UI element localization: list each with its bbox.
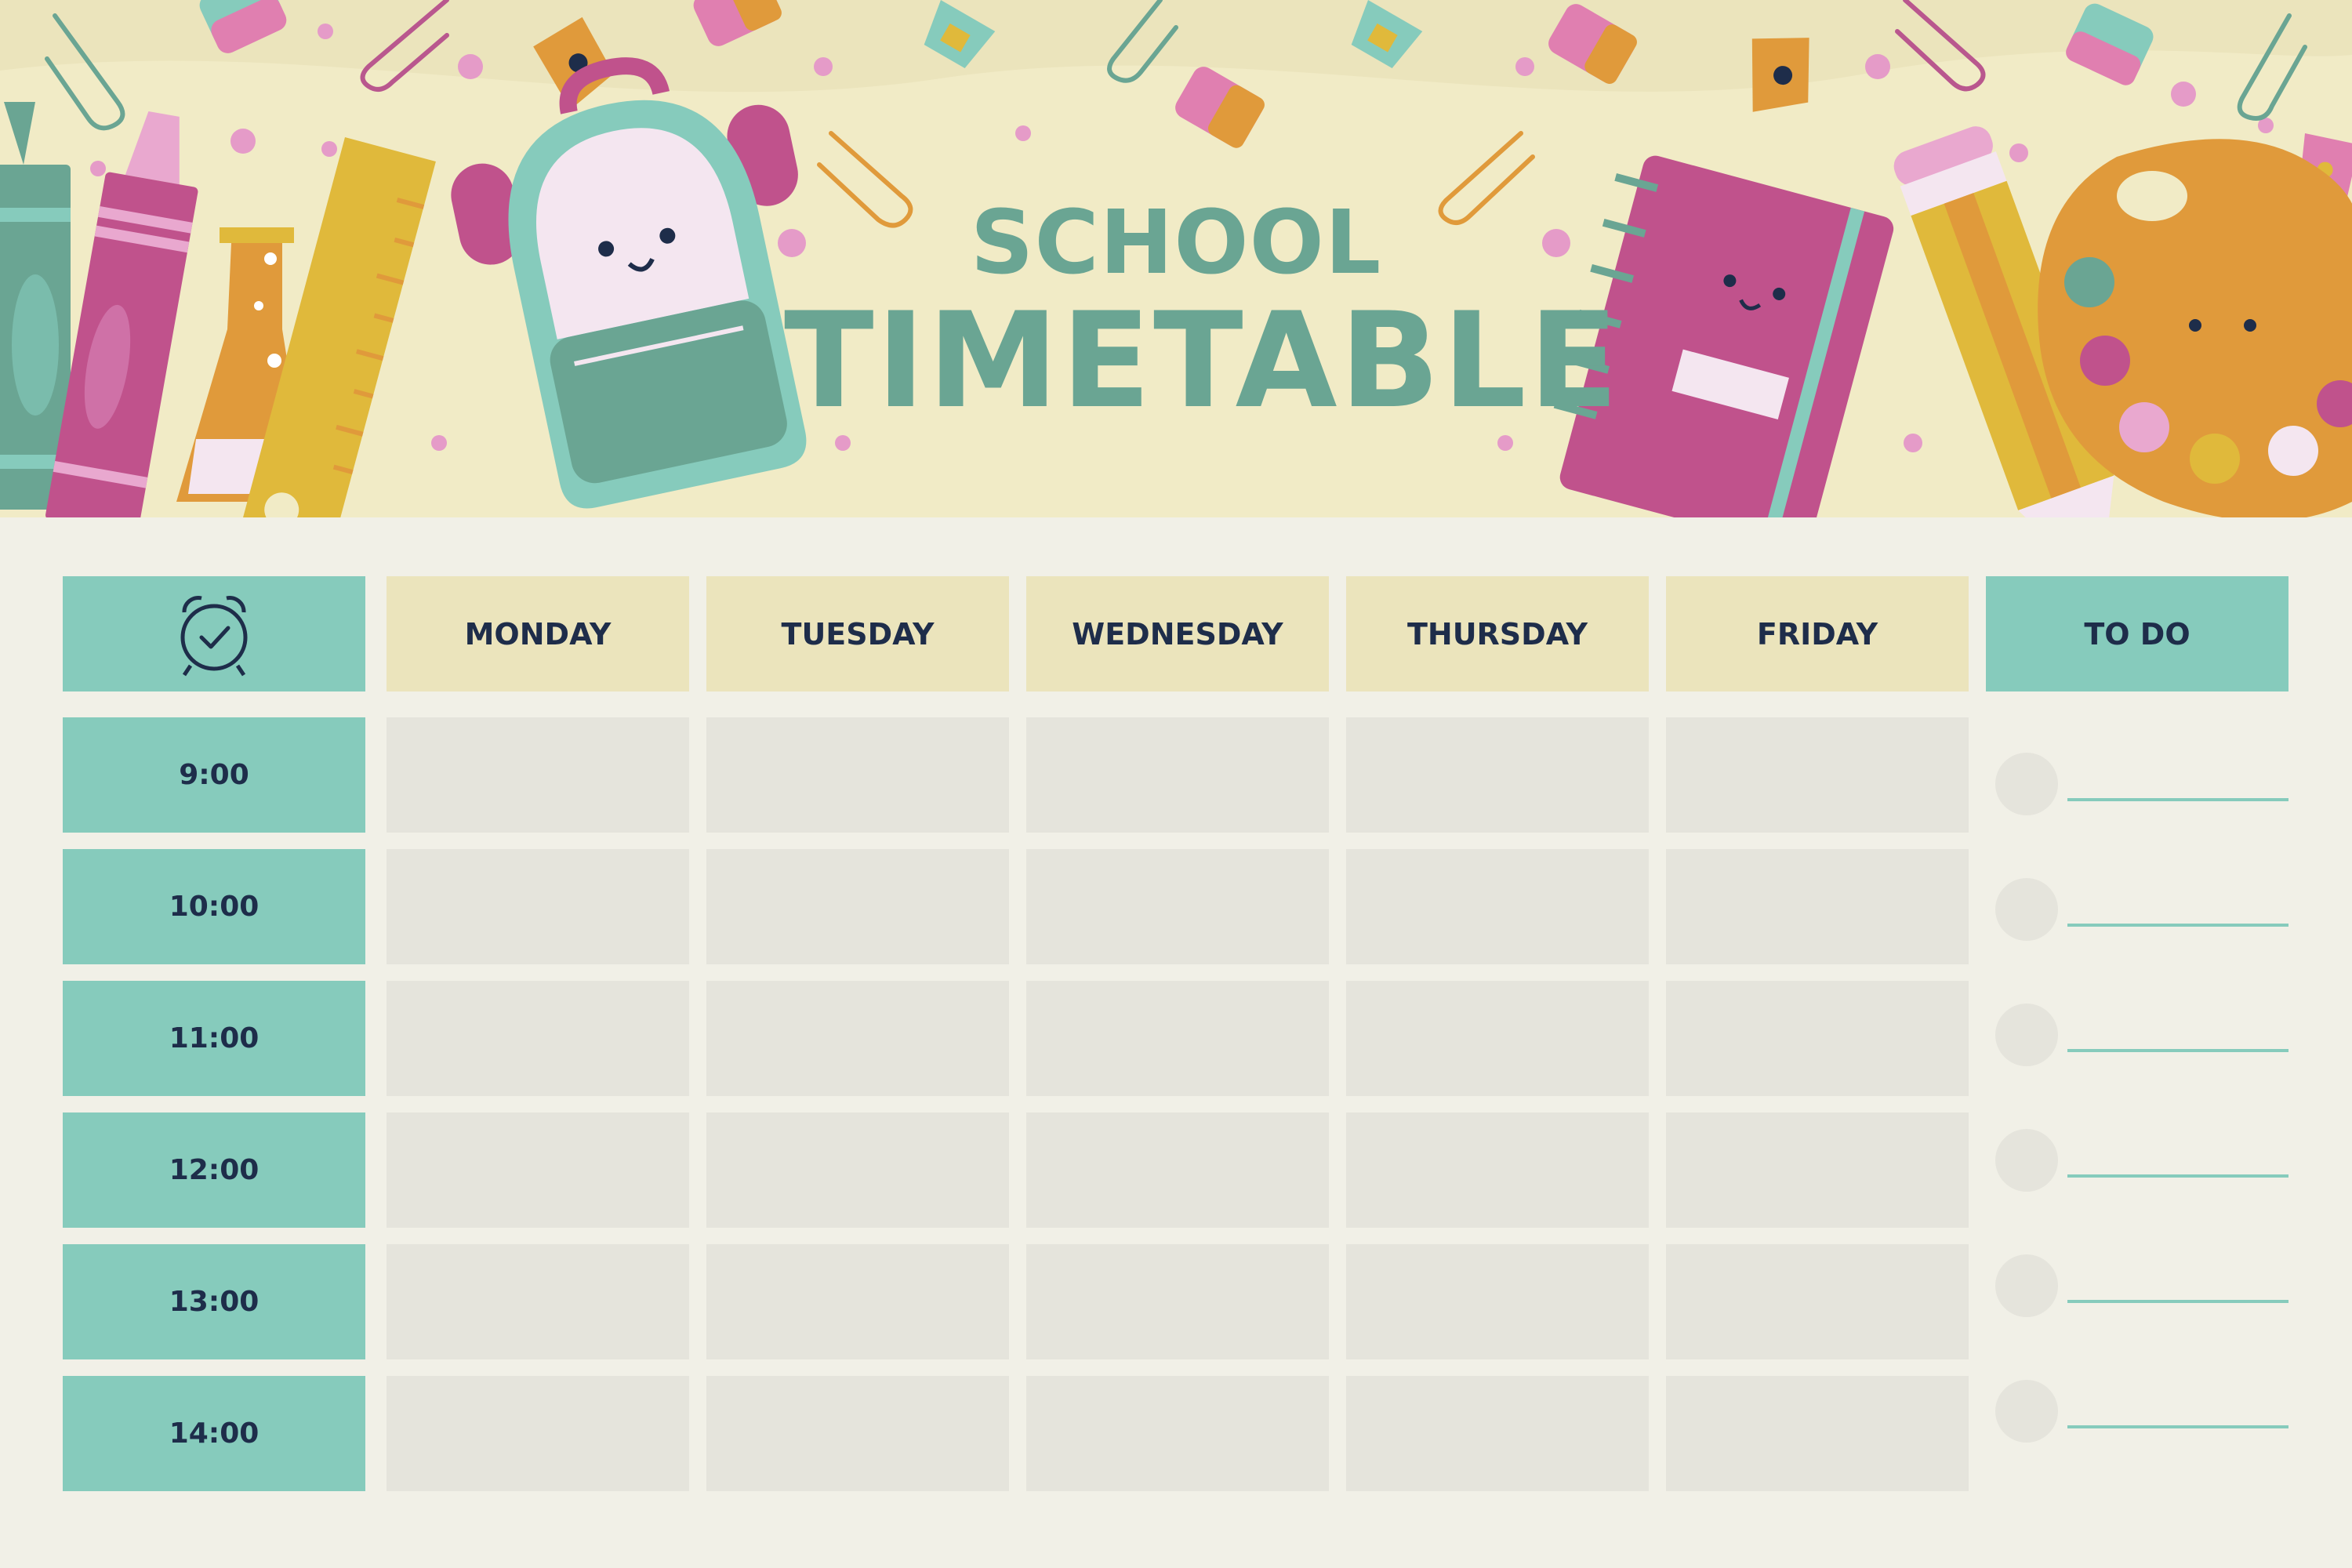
timetable-slot-monday[interactable]: [387, 1112, 689, 1228]
todo-line[interactable]: [2067, 1174, 2288, 1178]
todo-line[interactable]: [2067, 1049, 2288, 1052]
todo-line[interactable]: [2067, 1300, 2288, 1303]
timetable-slot-wednesday[interactable]: [1026, 981, 1329, 1096]
timetable-slot-monday[interactable]: [387, 981, 689, 1096]
timetable-slot-friday[interactable]: [1666, 717, 1969, 833]
timetable-slot-monday[interactable]: [387, 1244, 689, 1359]
timetable-slot-wednesday[interactable]: [1026, 1376, 1329, 1491]
timetable-slot-monday[interactable]: [387, 717, 689, 833]
time-label: 11:00: [63, 981, 365, 1096]
day-header-thursday: THURSDAY: [1346, 576, 1649, 691]
timetable-slot-thursday[interactable]: [1346, 1112, 1649, 1228]
day-header-tuesday: TUESDAY: [706, 576, 1009, 691]
timetable-slot-thursday[interactable]: [1346, 981, 1649, 1096]
todo-checkbox[interactable]: [1995, 753, 2058, 815]
timetable-slot-tuesday[interactable]: [706, 1112, 1009, 1228]
timetable-slot-thursday[interactable]: [1346, 849, 1649, 964]
timetable-slot-thursday[interactable]: [1346, 1376, 1649, 1491]
todo-header: TO DO: [1986, 576, 2288, 691]
timetable-slot-tuesday[interactable]: [706, 981, 1009, 1096]
timetable-slot-wednesday[interactable]: [1026, 1112, 1329, 1228]
time-label: 13:00: [63, 1244, 365, 1359]
timetable-slot-tuesday[interactable]: [706, 1376, 1009, 1491]
day-header-friday: FRIDAY: [1666, 576, 1969, 691]
timetable-slot-tuesday[interactable]: [706, 849, 1009, 964]
title-line-timetable: TIMETABLE: [784, 284, 1621, 437]
timetable-slot-monday[interactable]: [387, 1376, 689, 1491]
timetable-slot-monday[interactable]: [387, 849, 689, 964]
day-header-monday: MONDAY: [387, 576, 689, 691]
timetable-slot-wednesday[interactable]: [1026, 717, 1329, 833]
todo-checkbox[interactable]: [1995, 1380, 2058, 1443]
time-label: 10:00: [63, 849, 365, 964]
todo-line[interactable]: [2067, 1425, 2288, 1428]
timetable-slot-friday[interactable]: [1666, 1376, 1969, 1491]
timetable-slot-thursday[interactable]: [1346, 717, 1649, 833]
time-label: 12:00: [63, 1112, 365, 1228]
todo-checkbox[interactable]: [1995, 1004, 2058, 1066]
day-header-wednesday: WEDNESDAY: [1026, 576, 1329, 691]
time-label: 14:00: [63, 1376, 365, 1491]
timetable-slot-wednesday[interactable]: [1026, 1244, 1329, 1359]
page-title: SCHOOL TIMETABLE: [784, 192, 1621, 437]
todo-checkbox[interactable]: [1995, 1254, 2058, 1317]
time-column-header: [63, 576, 365, 691]
todo-line[interactable]: [2067, 924, 2288, 927]
timetable-slot-tuesday[interactable]: [706, 717, 1009, 833]
todo-line[interactable]: [2067, 798, 2288, 801]
timetable-slot-friday[interactable]: [1666, 1112, 1969, 1228]
time-label: 9:00: [63, 717, 365, 833]
title-line-school: SCHOOL: [970, 192, 1382, 294]
todo-checkbox[interactable]: [1995, 878, 2058, 941]
alarm-clock-icon: [180, 595, 248, 676]
timetable-slot-friday[interactable]: [1666, 1244, 1969, 1359]
timetable-slot-thursday[interactable]: [1346, 1244, 1649, 1359]
timetable-slot-friday[interactable]: [1666, 849, 1969, 964]
timetable-slot-tuesday[interactable]: [706, 1244, 1009, 1359]
timetable-slot-wednesday[interactable]: [1026, 849, 1329, 964]
timetable-slot-friday[interactable]: [1666, 981, 1969, 1096]
todo-checkbox[interactable]: [1995, 1129, 2058, 1192]
